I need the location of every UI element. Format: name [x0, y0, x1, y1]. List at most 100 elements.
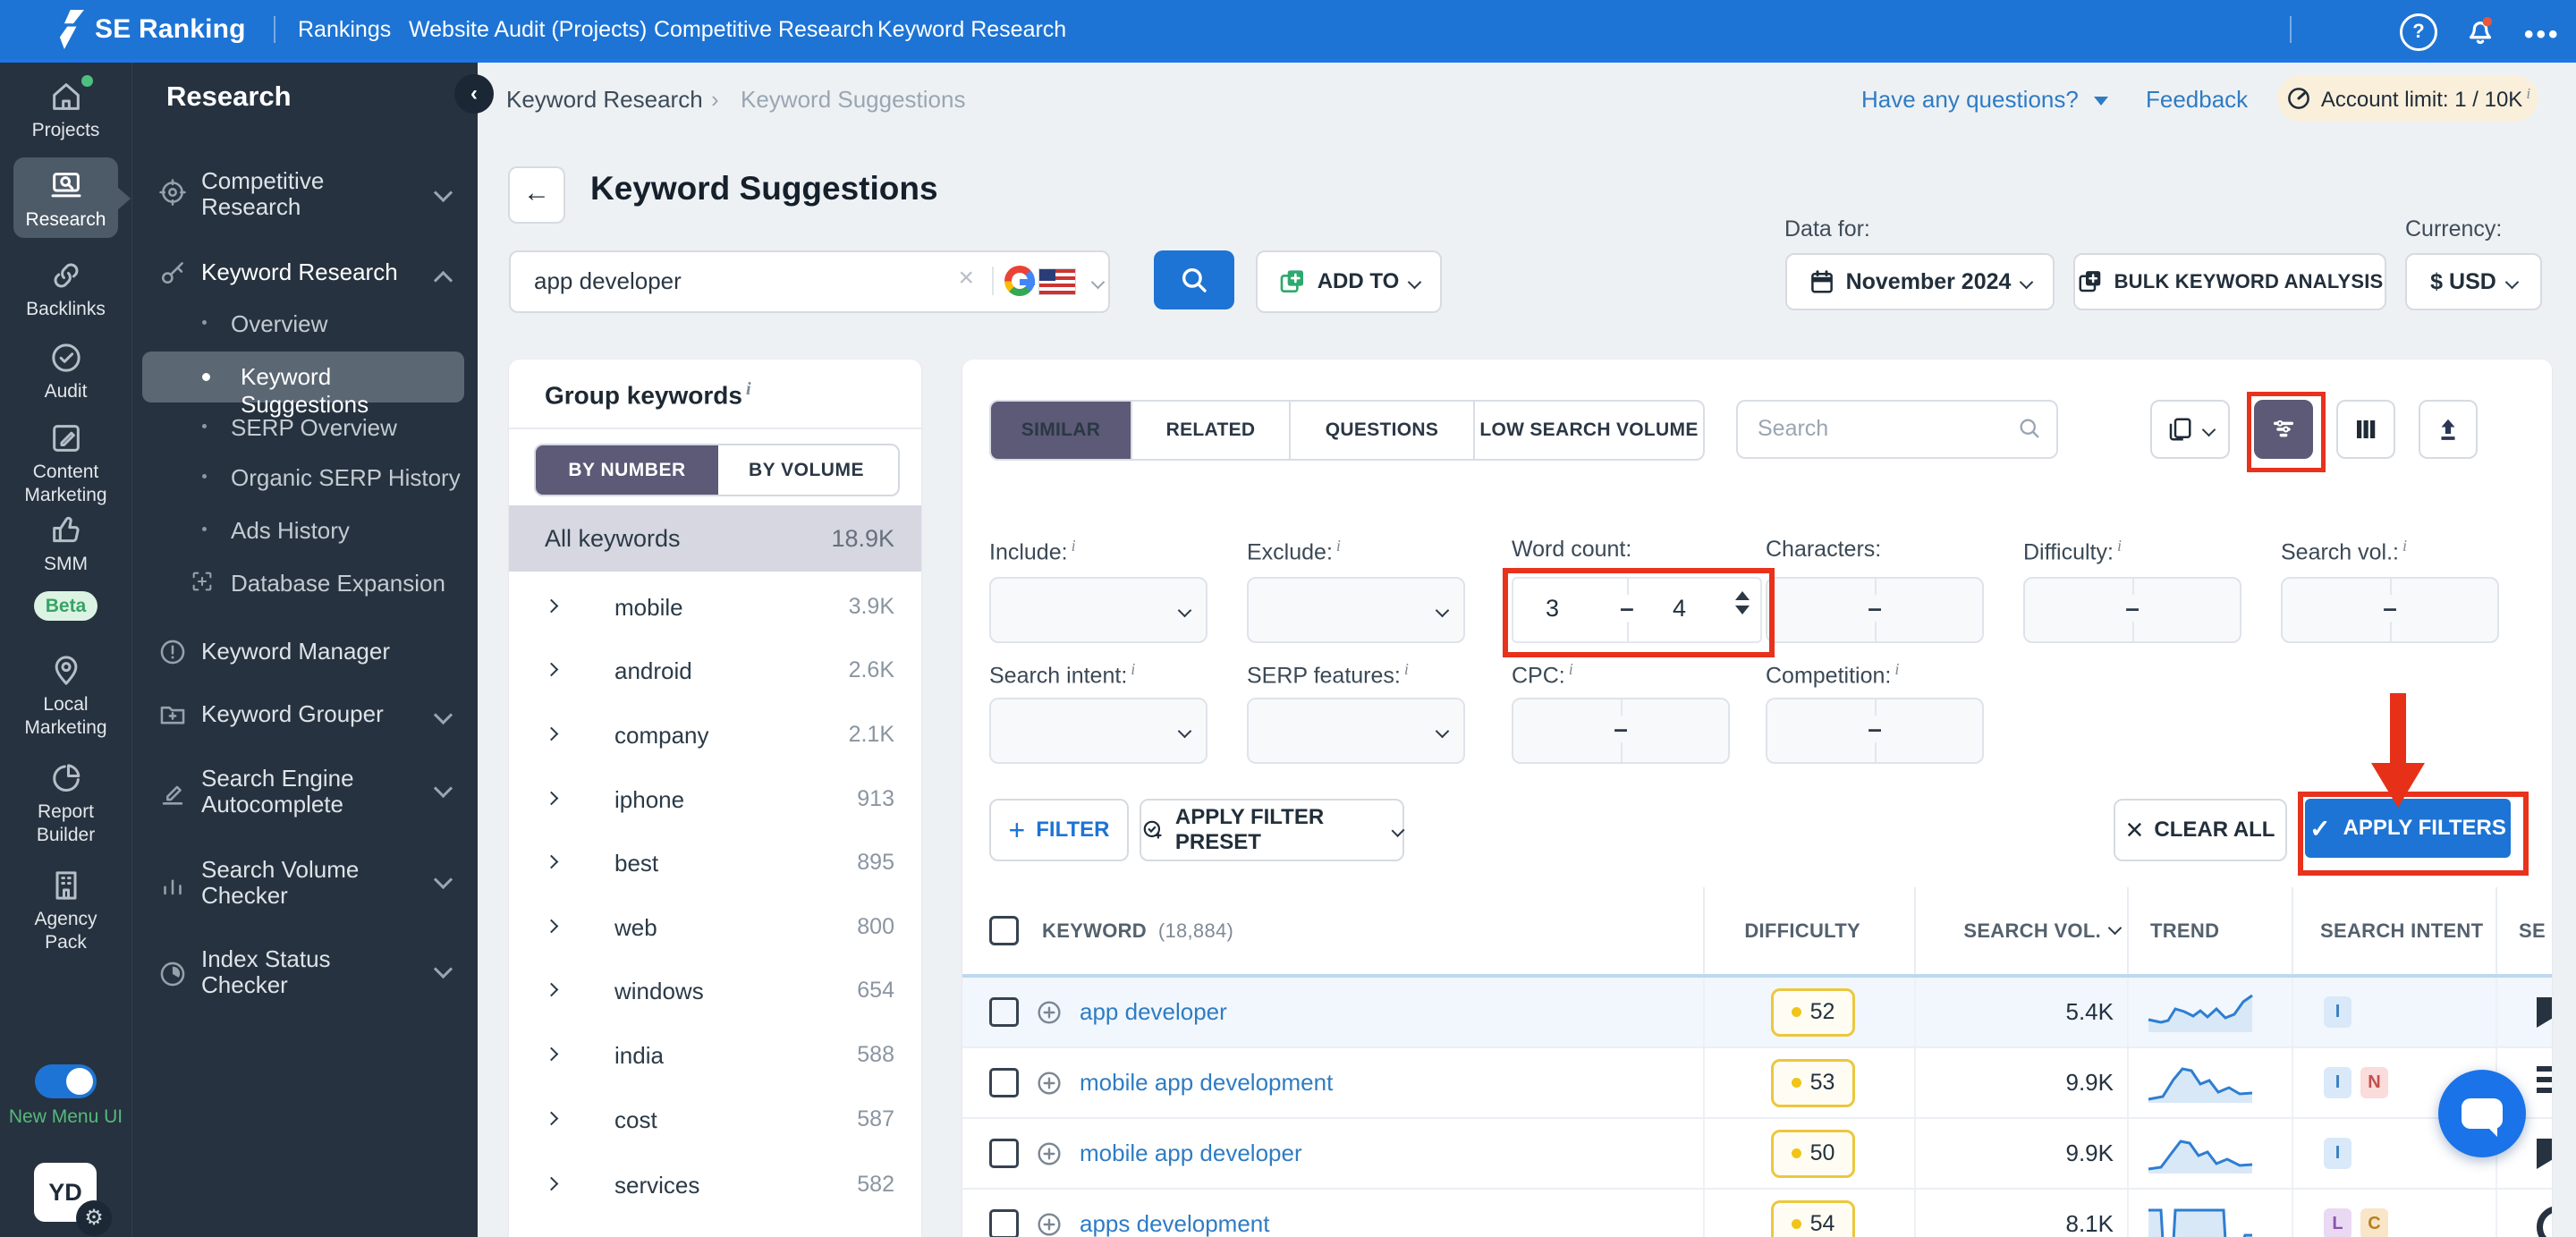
panel-item-competitive-research[interactable]: Competitive Research	[201, 168, 324, 220]
keyword-link[interactable]: apps development	[1080, 1210, 1269, 1237]
chevron-down-icon[interactable]	[433, 869, 453, 890]
group-item[interactable]: android 2.6K	[509, 640, 921, 703]
stepper-icon[interactable]	[1735, 591, 1750, 614]
filters-toggle-button[interactable]	[2254, 400, 2313, 459]
currency-selector[interactable]: $ USD	[2405, 253, 2542, 310]
tab-questions[interactable]: QUESTIONS	[1289, 402, 1473, 459]
more-menu-icon[interactable]: •••	[2524, 20, 2561, 50]
us-flag-icon[interactable]	[1038, 268, 1076, 295]
clear-input-icon[interactable]: ×	[958, 263, 974, 293]
copy-keywords-button[interactable]	[2150, 400, 2230, 459]
sidebar-item-agency-pack[interactable]: Agency Pack	[0, 868, 131, 954]
group-item[interactable]: best 895	[509, 832, 921, 895]
tab-similar[interactable]: SIMILAR	[991, 402, 1131, 459]
notifications-bell-icon[interactable]	[2462, 11, 2499, 48]
header-trend[interactable]: TREND	[2127, 887, 2292, 974]
group-item[interactable]: windows 654	[509, 960, 921, 1023]
date-selector[interactable]: November 2024	[1785, 253, 2055, 310]
breadcrumb-parent[interactable]: Keyword Research	[506, 86, 703, 114]
group-item[interactable]: iphone 913	[509, 768, 921, 832]
filter-search-vol-range[interactable]: –	[2281, 577, 2499, 643]
have-questions-link[interactable]: Have any questions?	[1861, 86, 2109, 114]
filter-cpc-range[interactable]: –	[1512, 698, 1730, 764]
back-button[interactable]: ←	[508, 166, 565, 224]
tab-low-search-volume[interactable]: LOW SEARCH VOLUME	[1473, 402, 1703, 459]
nav-keyword-research[interactable]: Keyword Research	[877, 17, 1066, 43]
keyword-link[interactable]: mobile app developer	[1080, 1140, 1302, 1167]
panel-item-keyword-manager[interactable]: Keyword Manager	[201, 639, 390, 665]
filter-word-count-range[interactable]: 3 – 4	[1512, 577, 1762, 643]
group-item[interactable]: services 582	[509, 1154, 921, 1217]
feedback-link[interactable]: Feedback	[2146, 86, 2248, 114]
add-circle-icon[interactable]	[1035, 998, 1063, 1027]
panel-item-keyword-research[interactable]: Keyword Research	[201, 259, 398, 285]
group-item[interactable]: mobile 3.9K	[509, 576, 921, 640]
filter-characters-range[interactable]: –	[1766, 577, 1984, 643]
filter-serp-features-select[interactable]	[1247, 698, 1465, 764]
keyword-link[interactable]: mobile app development	[1080, 1069, 1333, 1097]
sidebar-item-smm[interactable]: SMM	[0, 513, 131, 576]
nav-competitive-research[interactable]: Competitive Research	[654, 17, 874, 43]
clear-all-button[interactable]: × CLEAR ALL	[2114, 799, 2287, 861]
header-search-vol[interactable]: SEARCH VOL.	[1914, 887, 2127, 974]
chat-support-button[interactable]	[2438, 1070, 2526, 1157]
panel-collapse-button[interactable]: ‹	[454, 74, 494, 114]
panel-subitem-overview[interactable]: Overview	[231, 310, 327, 338]
panel-subitem-ads-history[interactable]: Ads History	[231, 517, 350, 545]
apply-filter-preset-button[interactable]: APPLY FILTER PRESET	[1140, 799, 1405, 861]
panel-subitem-serp-overview[interactable]: SERP Overview	[231, 414, 397, 442]
panel-item-index-status-checker[interactable]: Index Status Checker	[201, 946, 331, 998]
keyword-link[interactable]: app developer	[1080, 998, 1227, 1026]
export-button[interactable]	[2419, 400, 2478, 459]
panel-subitem-database-expansion[interactable]: Database Expansion	[231, 570, 445, 597]
filter-include-select[interactable]	[989, 577, 1208, 643]
tab-by-volume[interactable]: BY VOLUME	[718, 445, 894, 495]
group-item[interactable]: india 588	[509, 1024, 921, 1088]
sidebar-item-report-builder[interactable]: Report Builder	[0, 760, 131, 847]
group-item[interactable]: cost 587	[509, 1089, 921, 1152]
add-circle-icon[interactable]	[1035, 1069, 1063, 1097]
header-search-intent[interactable]: SEARCH INTENT	[2292, 887, 2496, 974]
row-checkbox[interactable]	[989, 1068, 1019, 1097]
settings-gear-icon[interactable]: ⚙	[76, 1200, 112, 1236]
filter-exclude-select[interactable]	[1247, 577, 1465, 643]
sidebar-item-audit[interactable]: Audit	[0, 340, 131, 403]
nav-rankings[interactable]: Rankings	[298, 17, 391, 43]
filter-search-intent-select[interactable]	[989, 698, 1208, 764]
add-filter-button[interactable]: + FILTER	[989, 799, 1129, 861]
search-engine-chevron-icon[interactable]	[1090, 275, 1106, 292]
tab-by-number[interactable]: BY NUMBER	[536, 445, 718, 495]
nav-website-audit[interactable]: Website Audit (Projects)	[409, 17, 647, 43]
group-item[interactable]: company 2.1K	[509, 704, 921, 767]
chevron-down-icon[interactable]	[433, 959, 453, 979]
new-menu-ui-toggle[interactable]	[35, 1064, 97, 1098]
filter-difficulty-range[interactable]: –	[2023, 577, 2241, 643]
columns-button[interactable]	[2336, 400, 2395, 459]
row-checkbox[interactable]	[989, 1139, 1019, 1168]
row-checkbox[interactable]	[989, 997, 1019, 1027]
results-search-input[interactable]	[1756, 402, 2010, 455]
group-item-all-keywords[interactable]: All keywords 18.9K	[509, 505, 921, 572]
add-circle-icon[interactable]	[1035, 1140, 1063, 1168]
panel-item-keyword-grouper[interactable]: Keyword Grouper	[201, 701, 384, 727]
row-checkbox[interactable]	[989, 1209, 1019, 1237]
add-to-button[interactable]: ADD TO	[1256, 250, 1442, 313]
tab-related[interactable]: RELATED	[1131, 402, 1289, 459]
filter-competition-range[interactable]: –	[1766, 698, 1984, 764]
chevron-down-icon[interactable]	[433, 705, 453, 725]
sidebar-item-content-marketing[interactable]: Content Marketing	[0, 420, 131, 507]
keyword-search-input[interactable]	[532, 252, 911, 309]
search-button[interactable]	[1154, 250, 1234, 309]
panel-item-search-engine-autocomplete[interactable]: Search Engine Autocomplete	[201, 766, 354, 818]
bulk-keyword-analysis-button[interactable]: BULK KEYWORD ANALYSIS	[2073, 253, 2386, 310]
word-count-min[interactable]: 3	[1546, 595, 1559, 623]
panel-item-search-volume-checker[interactable]: Search Volume Checker	[201, 857, 359, 909]
panel-subitem-organic-serp-history[interactable]: Organic SERP History	[231, 464, 461, 492]
add-circle-icon[interactable]	[1035, 1210, 1063, 1237]
chevron-down-icon[interactable]	[433, 778, 453, 799]
sidebar-item-backlinks[interactable]: Backlinks	[0, 258, 131, 321]
header-keyword[interactable]: KEYWORD (18,884)	[962, 887, 1703, 974]
sidebar-item-research[interactable]: Research	[0, 168, 131, 232]
select-all-checkbox[interactable]	[989, 916, 1019, 945]
header-difficulty[interactable]: DIFFICULTY	[1703, 887, 1914, 974]
